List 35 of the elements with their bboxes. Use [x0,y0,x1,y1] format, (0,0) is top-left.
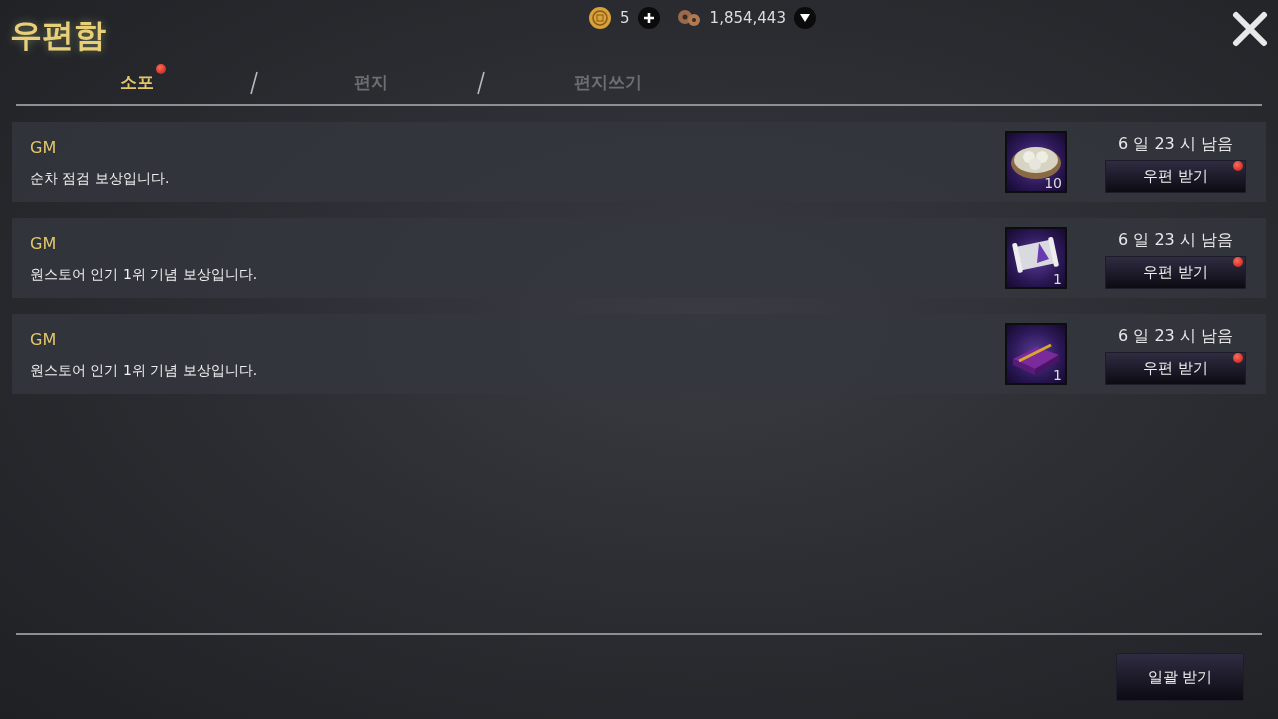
item-count: 1 [1053,367,1062,383]
tab[interactable]: 소포 [116,70,158,96]
add-button[interactable] [637,7,660,29]
mail-row[interactable]: GM 순차 점검 보상입니다. 10 6 일 23 시 남음 우편 받기 [12,122,1266,202]
item-count: 10 [1044,175,1062,191]
currency-amount: 5 [620,7,630,29]
plus-icon [642,12,655,24]
close-button[interactable] [1232,11,1268,47]
caret-icon [798,13,811,23]
mail-message: 원스토어 인기 1위 기념 보상입니다. [30,264,259,284]
mail-sender: GM [30,328,58,351]
item-count: 1 [1053,271,1062,287]
mail-row[interactable]: GM 원스토어 인기 1위 기념 보상입니다. 1 6 일 23 시 남음 우편 받기 [12,218,1266,298]
slash-icon [476,71,486,95]
slash-icon [249,71,259,95]
currency-amount: 1,854,443 [709,7,786,29]
mail-message: 원스토어 인기 1위 기념 보상입니다. [30,360,259,380]
coin-icon [588,6,613,30]
mail-message: 순차 점검 보상입니다. [30,168,171,188]
mail-sender: GM [30,136,58,159]
reward-item[interactable]: 1 [1005,323,1067,385]
claim-button[interactable]: 우편 받기 [1105,159,1246,193]
claim-all-button[interactable]: 일괄 받기 [1116,653,1244,701]
reward-item[interactable]: 1 [1005,227,1067,289]
reward-item[interactable]: 10 [1005,131,1067,193]
claim-button[interactable]: 우편 받기 [1105,351,1246,385]
claim-button[interactable]: 우편 받기 [1105,255,1246,289]
time-left: 6 일 23 시 남음 [1118,228,1233,251]
window-title: 우편함 [10,15,106,56]
mail-sender: GM [30,232,58,255]
mail-row[interactable]: GM 원스토어 인기 1위 기념 보상입니다. 1 6 일 23 시 남음 우편 받기 [12,314,1266,394]
time-left: 6 일 23 시 남음 [1118,132,1233,155]
dropdown-button[interactable] [793,7,816,29]
donut-icon [675,8,702,28]
time-left: 6 일 23 시 남음 [1118,324,1233,347]
